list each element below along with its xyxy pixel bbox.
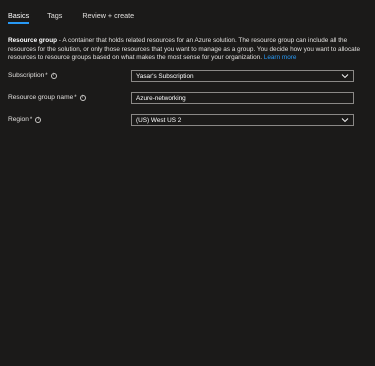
tab-bar: Basics Tags Review + create — [8, 11, 134, 25]
chevron-down-icon — [341, 118, 349, 123]
resource-group-name-input[interactable]: Azure-networking — [131, 92, 354, 104]
resource-group-name-row: Resource group name * i Azure-networking — [8, 92, 354, 104]
required-marker: * — [45, 72, 48, 79]
tab-basics-label: Basics — [8, 11, 30, 20]
subscription-label-text: Subscription — [8, 72, 45, 79]
description-text: - A container that holds related resourc… — [8, 37, 361, 62]
create-resource-group-page: Basics Tags Review + create Resource gro… — [0, 0, 375, 366]
tab-review-create[interactable]: Review + create — [82, 11, 134, 25]
subscription-dropdown[interactable]: Yasar's Subscription — [131, 70, 354, 82]
info-icon[interactable]: i — [79, 94, 86, 101]
learn-more-link[interactable]: Learn more — [264, 54, 297, 61]
chevron-down-icon — [341, 74, 349, 79]
description-heading: Resource group — [8, 37, 58, 44]
resource-group-name-label: Resource group name * i — [8, 94, 86, 101]
required-marker: * — [29, 116, 33, 123]
tab-review-create-label: Review + create — [82, 11, 135, 20]
subscription-row: Subscription * i Yasar's Subscription — [8, 70, 354, 82]
region-value: (US) West US 2 — [136, 116, 182, 124]
tab-basics[interactable]: Basics — [8, 11, 30, 25]
subscription-label: Subscription * i — [8, 72, 57, 79]
region-row: Region * i (US) West US 2 — [8, 114, 354, 126]
required-marker: * — [74, 94, 77, 101]
region-label: Region * i — [8, 116, 42, 123]
tab-tags[interactable]: Tags — [47, 11, 62, 25]
resource-group-name-label-text: Resource group name — [8, 94, 74, 101]
resource-group-description: Resource group - A container that holds … — [8, 37, 363, 63]
selected-tab-indicator — [8, 22, 30, 24]
region-dropdown[interactable]: (US) West US 2 — [131, 114, 354, 126]
info-icon[interactable]: i — [35, 116, 42, 123]
tab-tags-label: Tags — [47, 11, 63, 20]
subscription-value: Yasar's Subscription — [136, 72, 194, 80]
region-label-text: Region — [8, 116, 29, 123]
resource-group-name-value: Azure-networking — [136, 94, 186, 102]
info-icon[interactable]: i — [50, 72, 57, 79]
